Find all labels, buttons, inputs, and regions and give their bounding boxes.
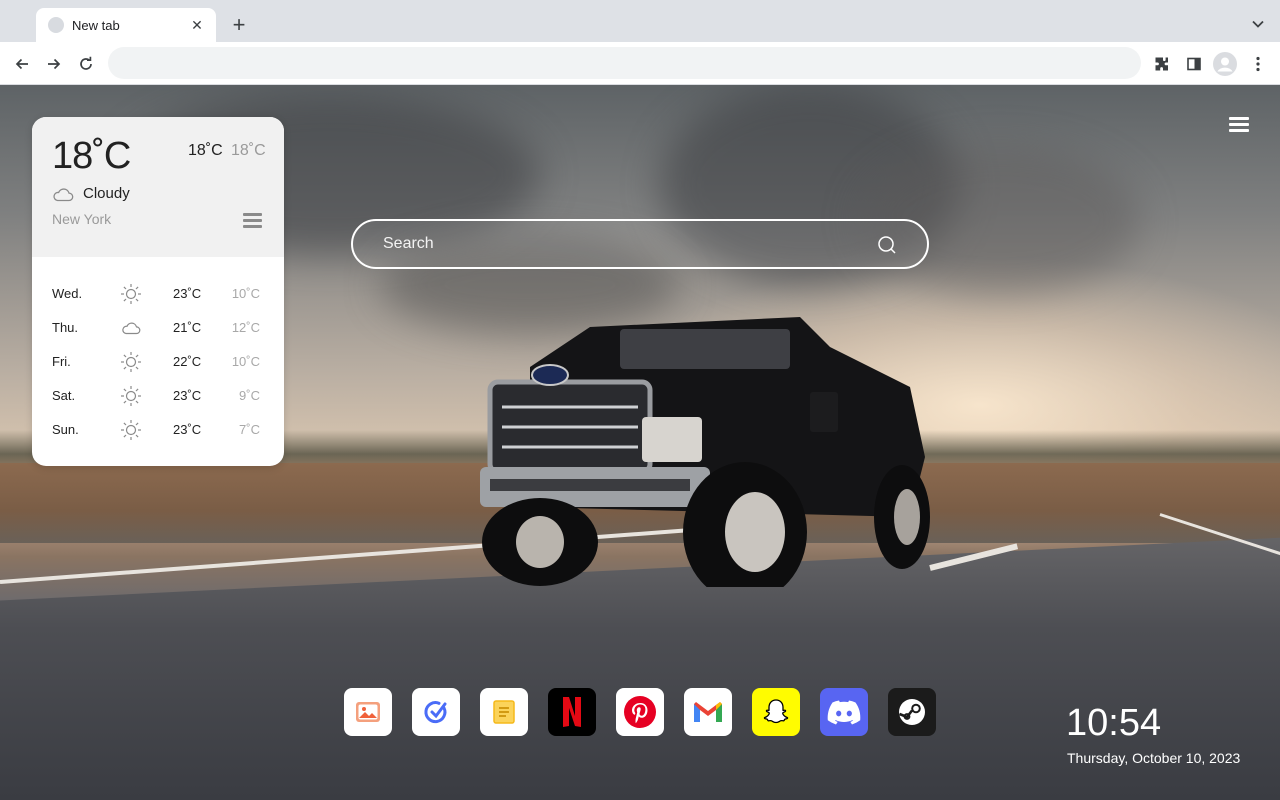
new-tab-page: 18˚C 18˚C 18˚C Cloudy New York Wed. 23˚C… [0, 85, 1280, 800]
forecast-row: Thu. 21˚C 12˚C [32, 311, 284, 345]
netflix-icon [563, 697, 581, 727]
forecast-low: 12˚C [231, 320, 260, 335]
forecast-row: Sun. 23˚C 7˚C [32, 413, 284, 447]
clock-time: 10:54 [1066, 702, 1162, 744]
back-button[interactable] [9, 51, 35, 77]
shortcut-photos[interactable] [344, 688, 392, 736]
forecast-row: Fri. 22˚C 10˚C [32, 345, 284, 379]
side-panel-icon[interactable] [1181, 51, 1207, 77]
pinterest-icon [624, 696, 656, 728]
today-low-temperature: 18˚C [231, 142, 266, 159]
forecast-day: Wed. [52, 286, 83, 301]
gmail-icon [694, 702, 722, 722]
forecast-day: Thu. [52, 320, 79, 335]
tab-new-tab[interactable]: New tab ✕ [36, 8, 216, 42]
forecast-high: 21˚C [173, 320, 202, 335]
search-icon[interactable] [877, 235, 897, 255]
sun-icon [121, 284, 141, 304]
shortcut-pinterest[interactable] [616, 688, 664, 736]
forecast-high: 22˚C [173, 354, 202, 369]
image-icon [356, 702, 380, 722]
clock-date: Thursday, October 10, 2023 [1067, 750, 1241, 766]
snapchat-icon [763, 699, 789, 724]
discord-icon [827, 700, 861, 725]
tab-strip: New tab ✕ + [0, 0, 1280, 42]
forecast-low: 10˚C [231, 354, 260, 369]
reload-icon [80, 56, 92, 70]
cloud-icon [122, 322, 141, 335]
weather-menu-icon[interactable] [243, 213, 262, 228]
forecast-high: 23˚C [173, 388, 202, 403]
address-bar[interactable] [108, 47, 1141, 79]
shortcut-steam[interactable] [888, 688, 936, 736]
search-bar[interactable] [351, 219, 929, 269]
page-menu-icon[interactable] [1229, 117, 1249, 132]
search-input[interactable] [383, 233, 863, 255]
weather-forecast: Wed. 23˚C 10˚C Thu. 21˚C 12˚C Fri. 22˚C … [32, 277, 284, 447]
check-circle-icon [424, 701, 447, 724]
profile-avatar-icon[interactable] [1212, 51, 1238, 77]
shortcut-bar [344, 688, 936, 736]
forecast-day: Sun. [52, 422, 79, 437]
today-high-temperature: 18˚C [188, 142, 223, 159]
reload-button[interactable] [73, 51, 99, 77]
shortcut-gmail[interactable] [684, 688, 732, 736]
arrow-left-icon [15, 58, 28, 70]
sun-icon [121, 352, 141, 372]
forecast-low: 7˚C [239, 422, 260, 437]
tab-title: New tab [72, 17, 120, 33]
shortcut-todo[interactable] [412, 688, 460, 736]
cloud-icon [53, 188, 74, 202]
extensions-icon[interactable] [1149, 51, 1175, 77]
arrow-right-icon [48, 58, 61, 70]
browser-toolbar [0, 42, 1280, 85]
weather-current: 18˚C 18˚C 18˚C Cloudy New York [32, 117, 284, 257]
tab-close-icon[interactable]: ✕ [188, 16, 206, 34]
sun-icon [121, 420, 141, 440]
shortcut-snapchat[interactable] [752, 688, 800, 736]
forecast-low: 10˚C [231, 286, 260, 301]
forward-button[interactable] [41, 51, 67, 77]
sun-icon [121, 386, 141, 406]
forecast-row: Sat. 23˚C 9˚C [32, 379, 284, 413]
weather-widget[interactable]: 18˚C 18˚C 18˚C Cloudy New York Wed. 23˚C… [32, 117, 284, 466]
new-tab-button[interactable]: + [228, 14, 250, 36]
forecast-day: Fri. [52, 354, 71, 369]
more-menu-icon[interactable] [1245, 51, 1271, 77]
forecast-low: 9˚C [239, 388, 260, 403]
forecast-row: Wed. 23˚C 10˚C [32, 277, 284, 311]
steam-icon [899, 699, 925, 725]
forecast-high: 23˚C [173, 422, 202, 437]
shortcut-discord[interactable] [820, 688, 868, 736]
forecast-high: 23˚C [173, 286, 202, 301]
note-icon [493, 700, 515, 724]
forecast-day: Sat. [52, 388, 76, 403]
shortcut-netflix[interactable] [548, 688, 596, 736]
truck-illustration [480, 317, 930, 587]
tab-search-chevron-icon[interactable] [1248, 14, 1268, 34]
favicon-icon [48, 17, 64, 33]
shortcut-notes[interactable] [480, 688, 528, 736]
weather-city: New York [52, 211, 112, 227]
weather-condition: Cloudy [83, 185, 130, 202]
current-temperature: 18˚C [52, 135, 131, 177]
